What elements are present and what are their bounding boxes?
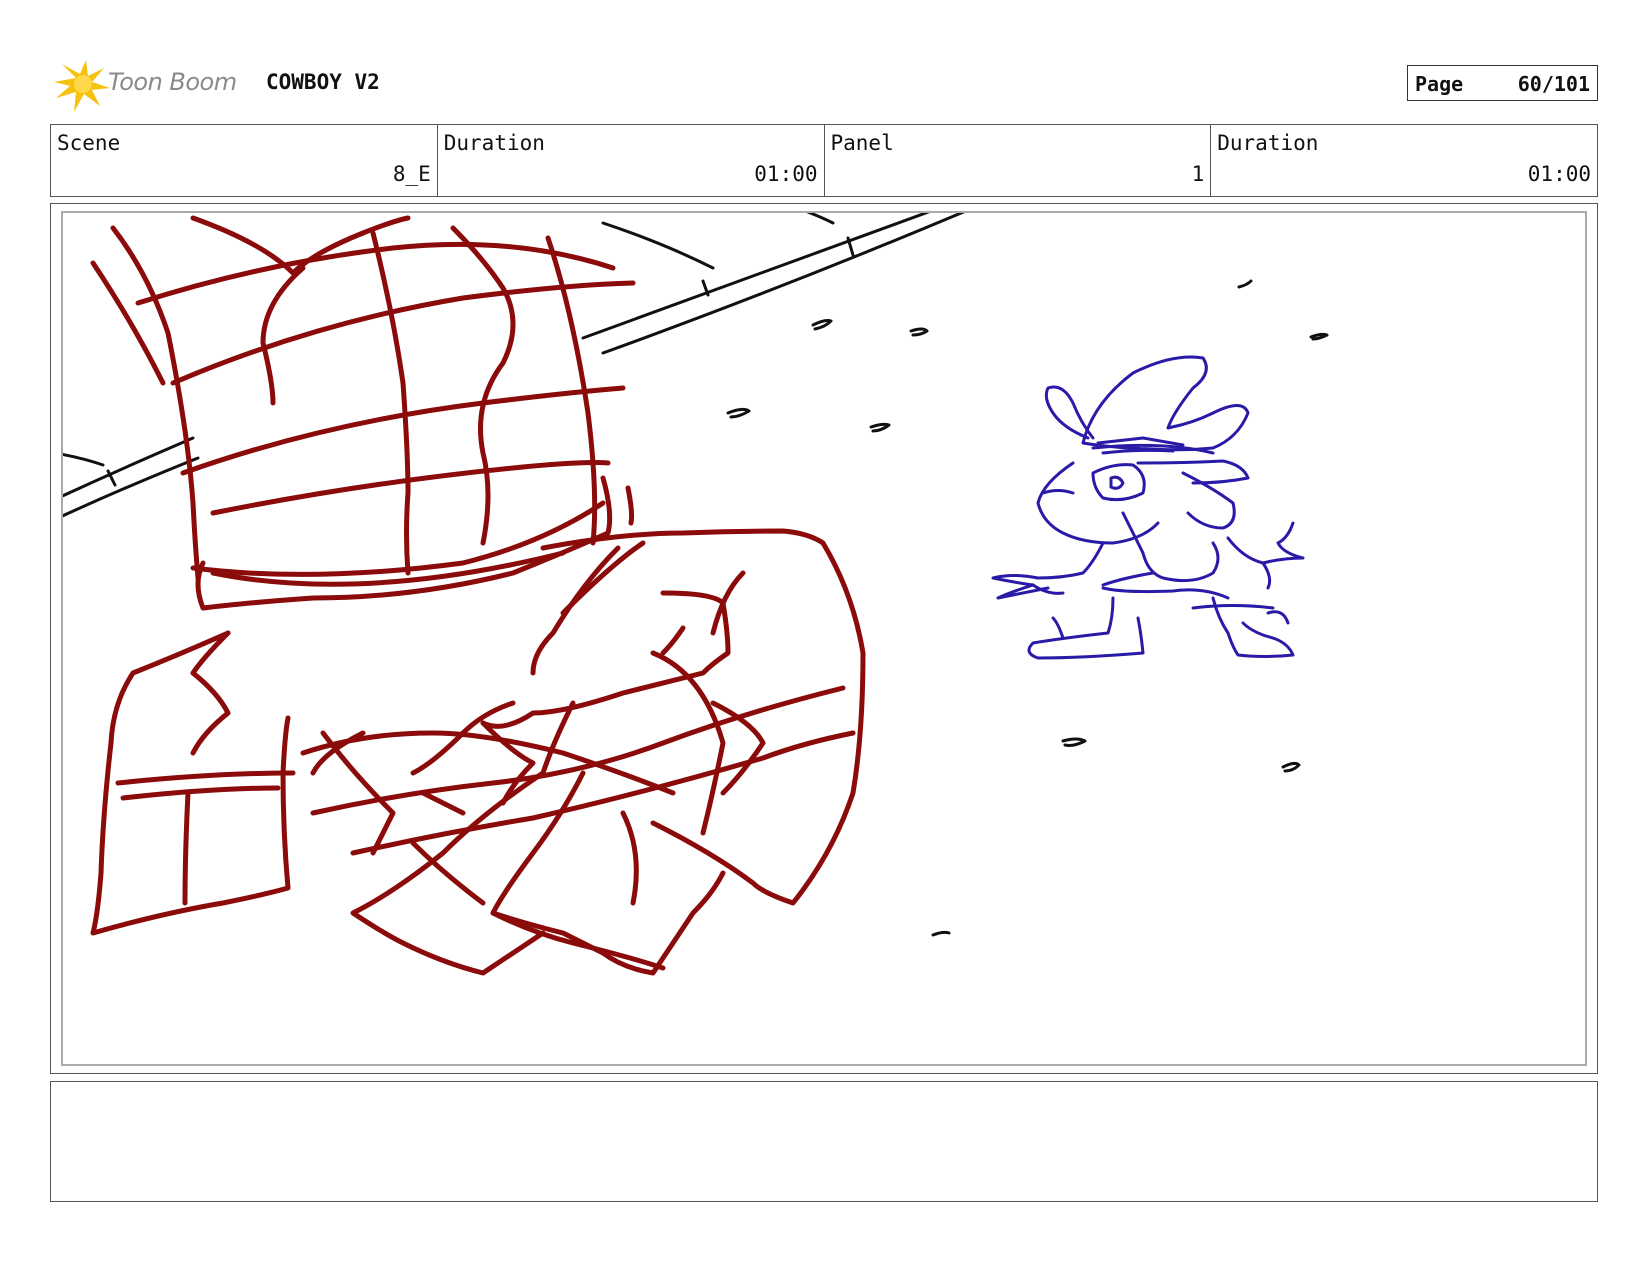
sketch-canvas xyxy=(63,213,1329,976)
panel-duration-cell: Duration 01:00 xyxy=(1211,125,1597,196)
ground-specks xyxy=(726,279,1329,937)
toon-boom-star-icon xyxy=(54,60,110,112)
logo-text: Toon Boom xyxy=(108,68,237,96)
cowboy-character-sketch xyxy=(991,355,1305,660)
panel-info-row: Scene 8_E Duration 01:00 Panel 1 Duratio… xyxy=(50,124,1598,197)
panel-duration-value: 01:00 xyxy=(1527,162,1591,186)
panel-notes-box[interactable] xyxy=(50,1081,1598,1202)
storyboard-drawing[interactable] xyxy=(61,211,1587,1066)
scene-duration-label: Duration xyxy=(443,131,545,155)
background-rail-lines xyxy=(63,213,965,518)
page-label: Page xyxy=(1415,72,1464,96)
scene-duration-cell: Duration 01:00 xyxy=(438,125,825,196)
page-indicator: Page 60/101 xyxy=(1407,65,1598,101)
panel-label: Panel xyxy=(830,131,894,155)
scene-label: Scene xyxy=(57,131,121,155)
panel-cell: Panel 1 xyxy=(825,125,1212,196)
foreground-figure-sketch xyxy=(90,215,866,976)
project-title: COWBOY V2 xyxy=(266,70,380,94)
scene-duration-value: 01:00 xyxy=(754,162,818,186)
panel-value: 1 xyxy=(1191,162,1205,186)
scene-value: 8_E xyxy=(392,162,431,186)
panel-duration-label: Duration xyxy=(1217,131,1319,155)
page-value: 60/101 xyxy=(1517,72,1590,96)
scene-cell: Scene 8_E xyxy=(51,125,438,196)
toon-boom-logo: Toon Boom xyxy=(52,58,252,114)
